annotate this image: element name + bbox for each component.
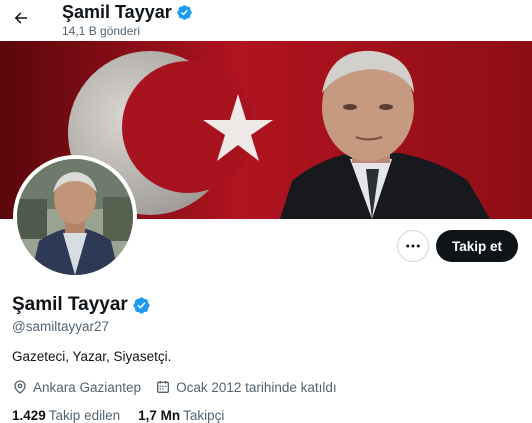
profile-name: Şamil Tayyar bbox=[12, 294, 151, 316]
follow-stats: 1.429 Takip edilen 1,7 Mn Takipçi bbox=[12, 408, 242, 423]
joined-item: Ocak 2012 tarihinde katıldı bbox=[155, 379, 337, 395]
top-bar: Şamil Tayyar 14,1 B gönderi bbox=[0, 0, 532, 41]
profile-bio: Gazeteci, Yazar, Siyasetçi. bbox=[12, 349, 172, 364]
back-button[interactable] bbox=[6, 3, 36, 33]
profile-handle: @samiltayyar27 bbox=[12, 319, 109, 334]
avatar[interactable] bbox=[13, 155, 137, 279]
followers-count: 1,7 Mn bbox=[138, 408, 181, 423]
profile-meta: Ankara Gaziantep Ocak 2012 tarihinde kat… bbox=[12, 379, 351, 395]
header-title: Şamil Tayyar bbox=[62, 2, 193, 23]
post-count: 14,1 B gönderi bbox=[62, 24, 141, 38]
header-name: Şamil Tayyar bbox=[62, 2, 172, 22]
calendar-icon bbox=[157, 381, 170, 393]
verified-badge-icon[interactable] bbox=[132, 296, 151, 315]
location-pin-icon bbox=[14, 380, 26, 394]
location-text: Ankara Gaziantep bbox=[33, 379, 142, 395]
more-horizontal-icon bbox=[406, 244, 420, 248]
following-label: Takip edilen bbox=[48, 408, 121, 423]
arrow-left-icon bbox=[14, 12, 27, 24]
followers-link[interactable]: 1,7 Mn Takipçi bbox=[138, 408, 224, 423]
verified-badge-icon bbox=[176, 5, 192, 20]
location-item: Ankara Gaziantep bbox=[12, 379, 141, 395]
more-options-button[interactable] bbox=[397, 230, 429, 262]
followers-label: Takipçi bbox=[183, 408, 225, 423]
follow-button[interactable]: Takip et bbox=[436, 230, 518, 262]
following-link[interactable]: 1.429 Takip edilen bbox=[12, 408, 120, 423]
profile-name-text: Şamil Tayyar bbox=[12, 294, 128, 315]
joined-text: Ocak 2012 tarihinde katıldı bbox=[176, 379, 337, 395]
avatar-image bbox=[17, 159, 133, 275]
following-count: 1.429 bbox=[12, 408, 46, 423]
